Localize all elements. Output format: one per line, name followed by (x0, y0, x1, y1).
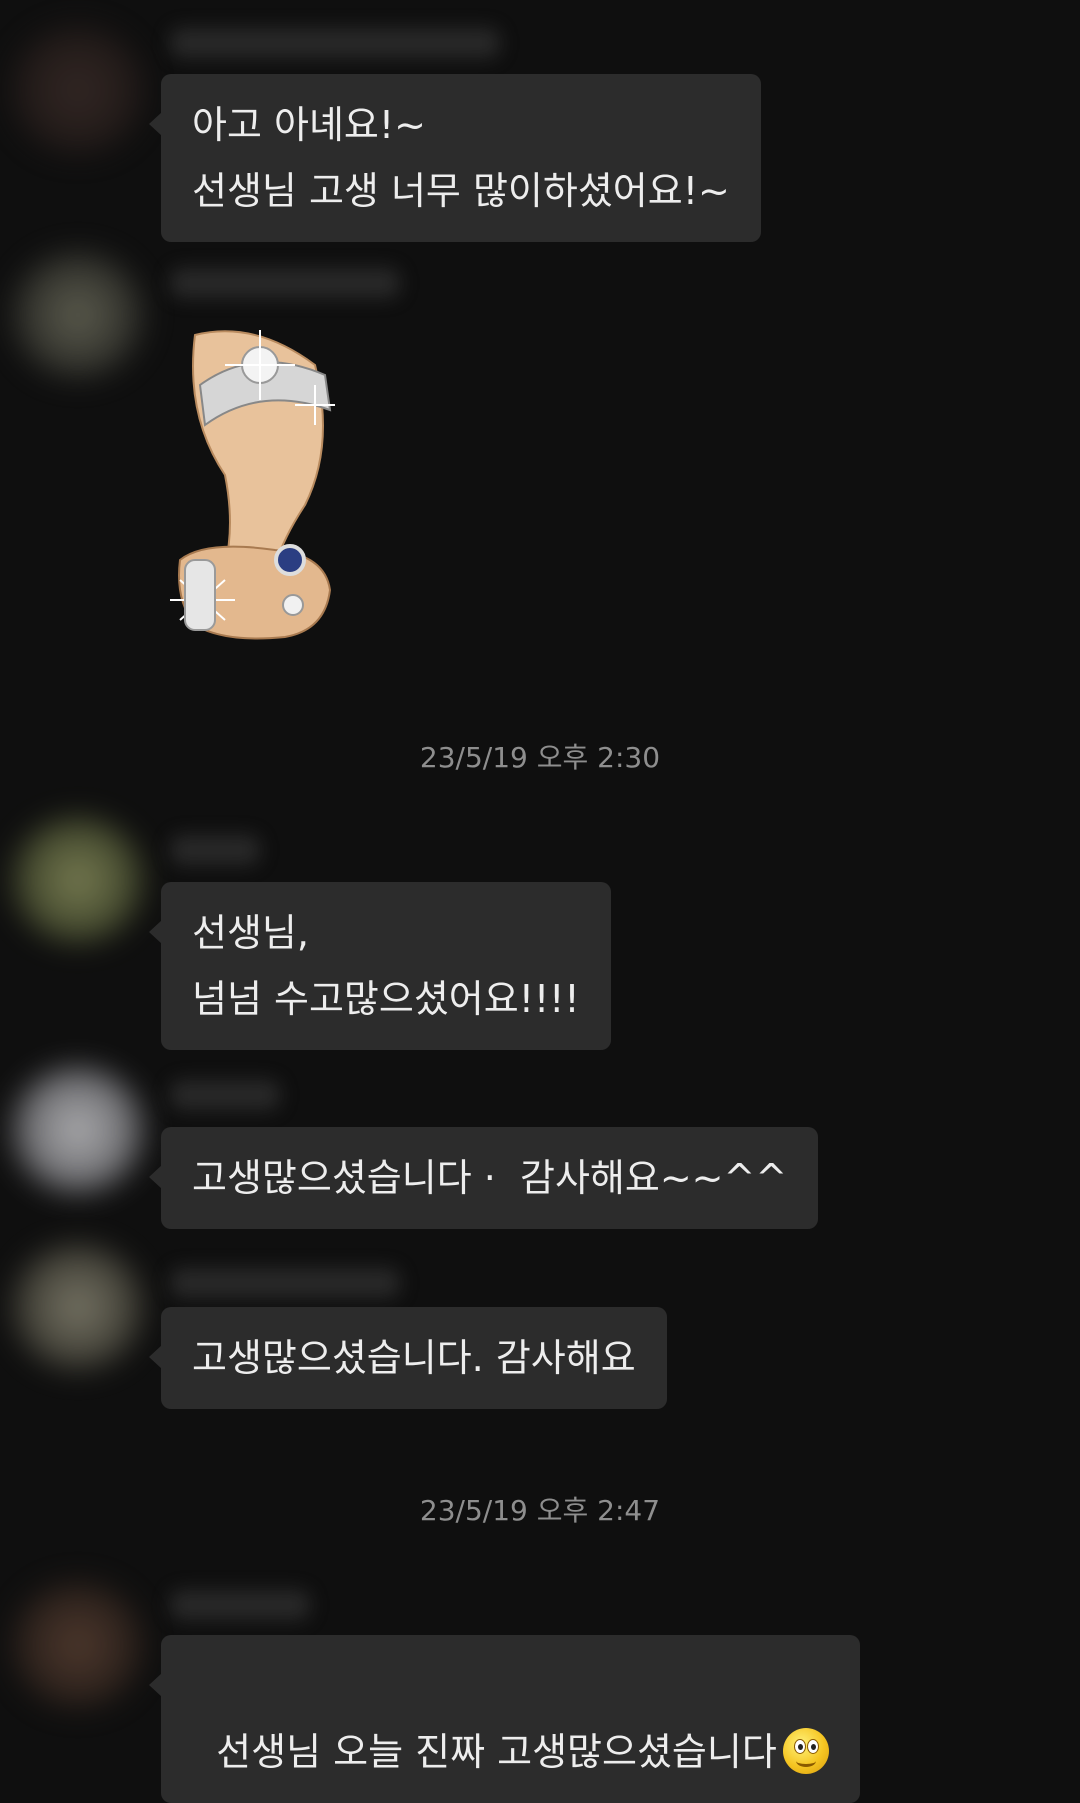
message-bubble[interactable]: 아고 아녜요!~ 선생님 고생 너무 많이하셨어요!~ (149, 74, 761, 242)
sticker-bracelet (184, 559, 216, 631)
avatar[interactable] (8, 1580, 148, 1710)
message-bubble[interactable]: 고생많으셨습니다 · 감사해요~~^^ (148, 1127, 819, 1229)
sender-name-blurred (170, 268, 400, 298)
timestamp: 23/5/19 오후 2:47 (419, 1494, 661, 1527)
sticker-sapphire (274, 544, 306, 576)
sender-name-blurred (170, 1080, 280, 1110)
sender-name-blurred (170, 835, 260, 865)
avatar[interactable] (8, 1242, 148, 1372)
sender-name-blurred (170, 28, 500, 58)
avatar[interactable] (8, 250, 148, 380)
avatar[interactable] (8, 25, 148, 155)
ring-thumbs-up-sticker[interactable] (165, 325, 365, 655)
sender-name-blurred (170, 1268, 400, 1298)
smiley-face-icon (782, 1728, 829, 1774)
sender-name-blurred (170, 1590, 310, 1620)
message-bubble[interactable]: 선생님 오늘 진짜 고생많으셨습니다 (149, 1635, 860, 1803)
message-bubble[interactable]: 고생많으셨습니다. 감사해요 (149, 1307, 667, 1409)
avatar[interactable] (8, 1065, 148, 1195)
avatar[interactable] (8, 815, 148, 945)
sticker-small-ring (282, 594, 304, 616)
message-text: 선생님 오늘 진짜 고생많으셨습니다 (216, 1730, 777, 1774)
timestamp: 23/5/19 오후 2:30 (419, 741, 661, 774)
message-bubble[interactable]: 선생님, 넘넘 수고많으셨어요!!!! (149, 882, 611, 1050)
